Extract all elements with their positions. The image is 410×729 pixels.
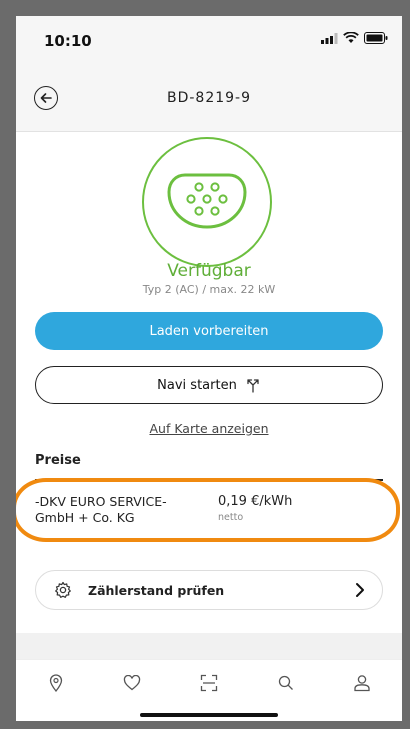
- prepare-charging-label: Laden vorbereiten: [149, 323, 269, 339]
- gear-icon: [55, 581, 71, 598]
- phone-screen: 10:10 BD-8219-9 Verfügbar Typ 2 (AC) / m…: [16, 16, 402, 721]
- signal-icon: [321, 32, 338, 44]
- connector-info: Typ 2 (AC) / max. 22 kW: [142, 283, 276, 296]
- start-navigation-button[interactable]: Navi starten: [35, 366, 383, 404]
- status-bar: 10:10: [16, 16, 402, 66]
- wifi-icon: [343, 32, 359, 43]
- prepare-charging-button[interactable]: Laden vorbereiten: [35, 312, 383, 350]
- heart-icon: [123, 675, 141, 691]
- status-time: 10:10: [44, 32, 92, 50]
- tab-scan[interactable]: [195, 672, 223, 694]
- page-title: BD-8219-9: [166, 90, 252, 106]
- price-highlight-annotation: [16, 478, 400, 542]
- route-fork-icon: [247, 379, 259, 393]
- check-meter-label: Zählerstand prüfen: [88, 583, 225, 598]
- prices-heading: Preise: [35, 453, 81, 468]
- user-icon: [354, 675, 370, 692]
- status-icons: [321, 32, 388, 44]
- start-navigation-label: Navi starten: [157, 377, 237, 393]
- availability-status: Verfügbar: [167, 261, 251, 281]
- tab-favorites[interactable]: [118, 672, 146, 694]
- tab-profile[interactable]: [348, 672, 376, 694]
- scan-icon: [200, 674, 218, 692]
- tab-search[interactable]: [272, 672, 300, 694]
- map-pin-icon: [49, 674, 63, 692]
- header: BD-8219-9: [16, 66, 402, 132]
- battery-icon: [364, 32, 388, 44]
- tab-map[interactable]: [42, 672, 70, 694]
- connector-status-circle: [142, 137, 272, 267]
- chevron-right-icon: [356, 583, 364, 597]
- tab-bar: [16, 659, 402, 721]
- type2-plug-icon: [166, 173, 247, 229]
- search-icon: [278, 675, 293, 690]
- show-on-map-link[interactable]: Auf Karte anzeigen: [16, 421, 402, 436]
- check-meter-button[interactable]: Zählerstand prüfen: [35, 570, 383, 610]
- home-indicator: [140, 713, 278, 717]
- footer-strip: [16, 633, 402, 659]
